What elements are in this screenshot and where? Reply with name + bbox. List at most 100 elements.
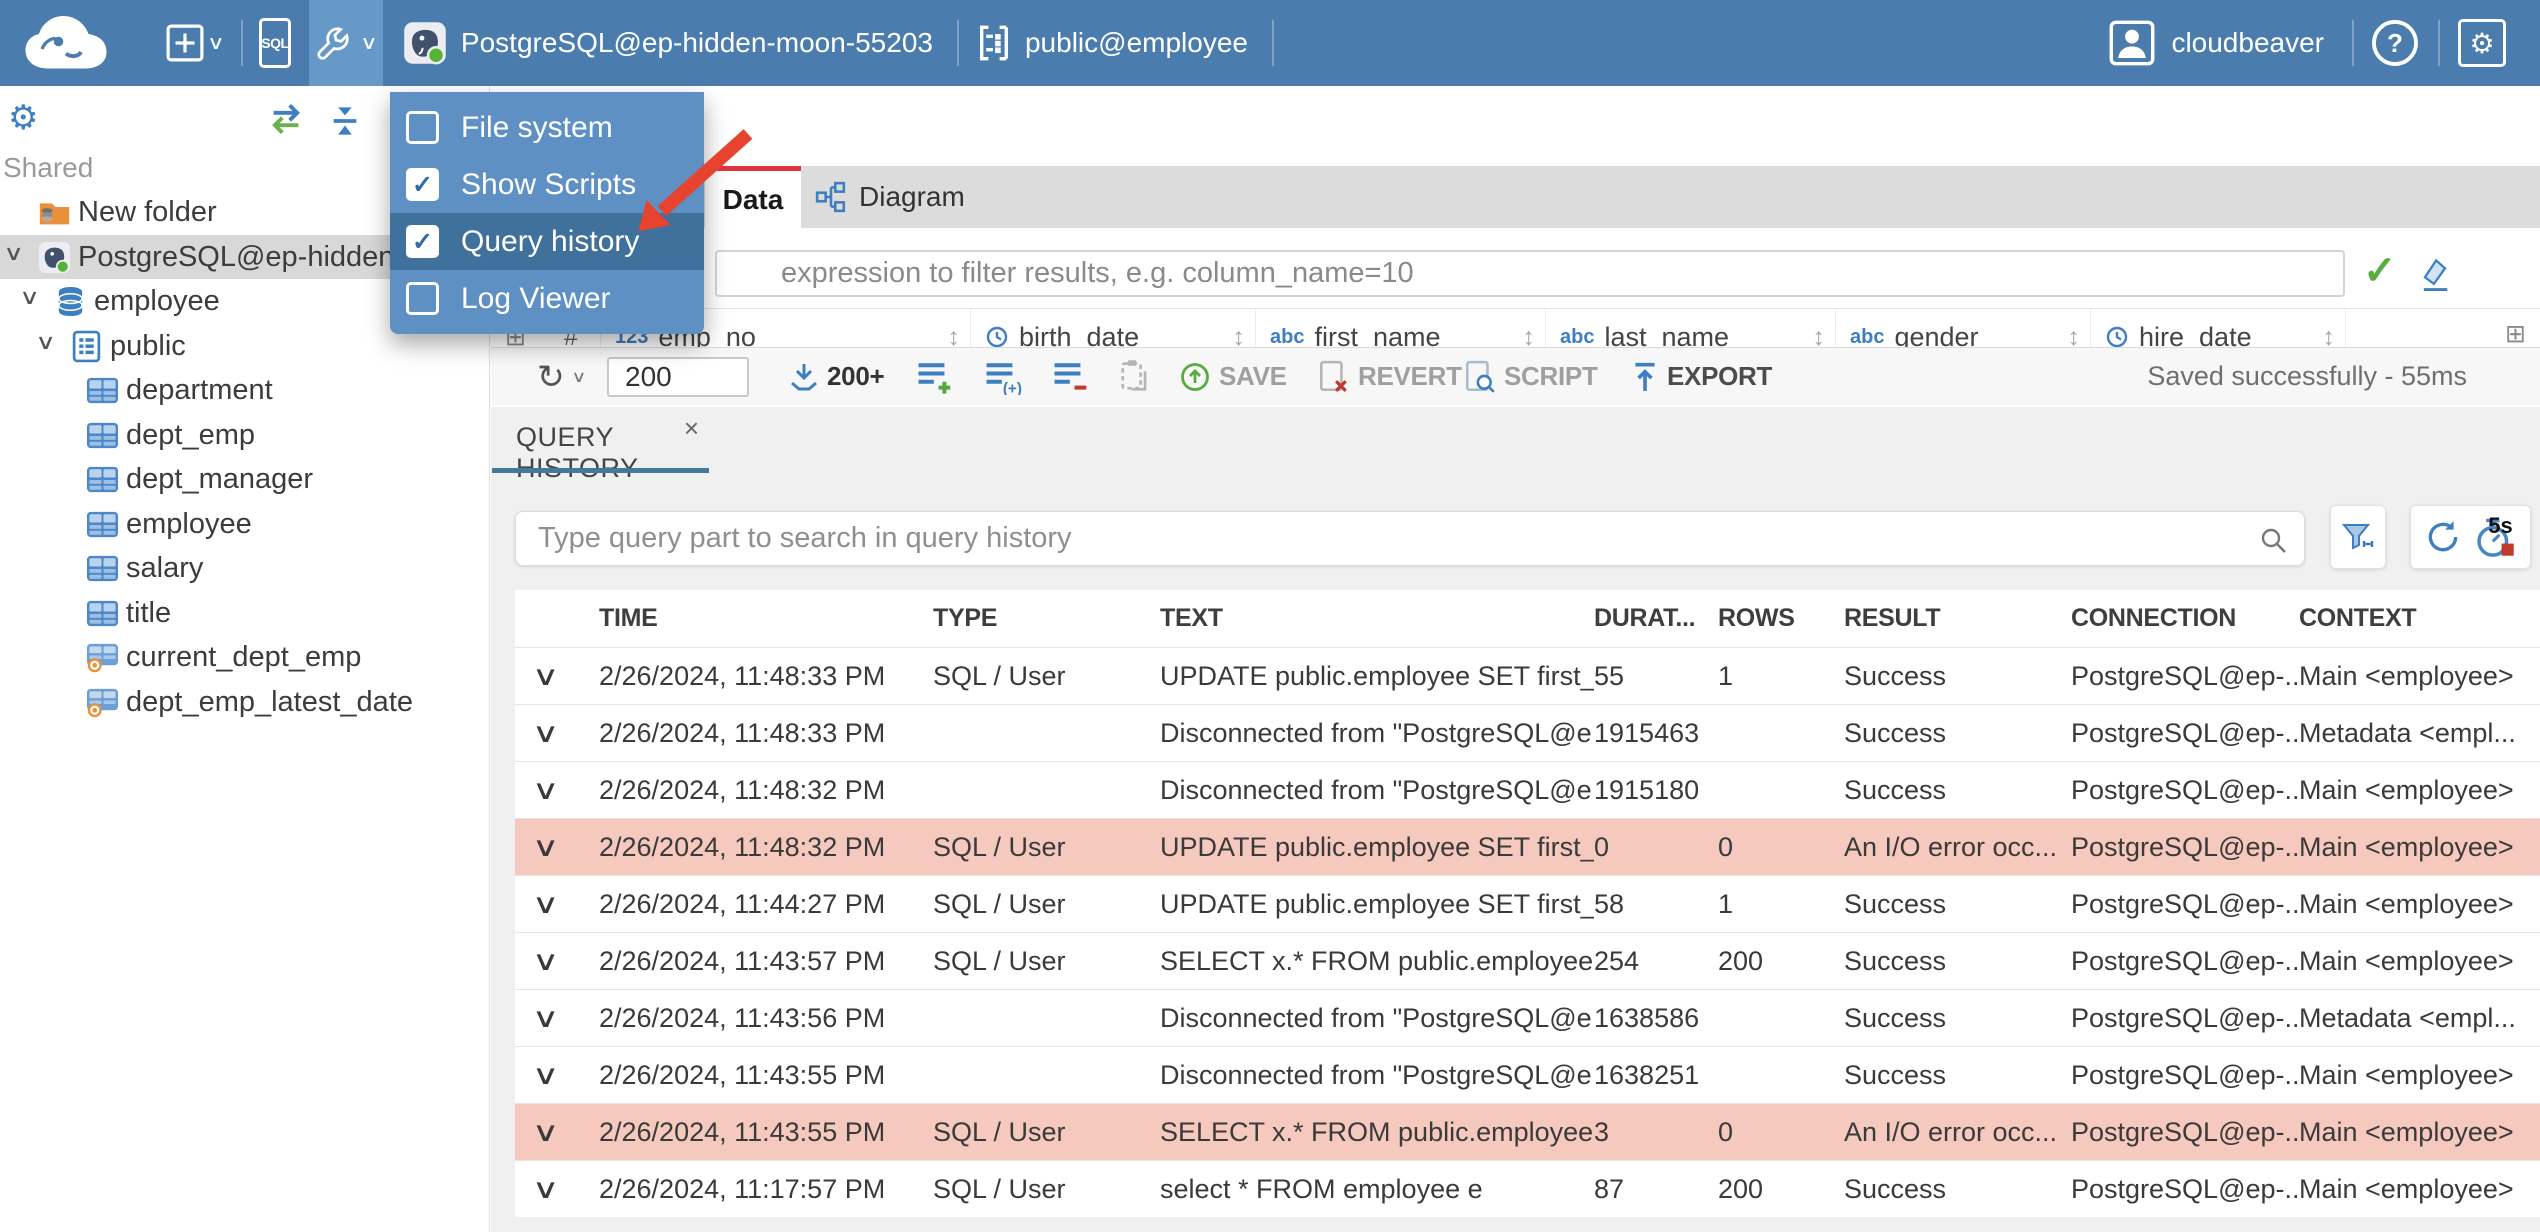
- query-history-row[interactable]: ∨ 2/26/2024, 11:48:33 PM SQL / User UPDATE …: [515, 647, 2540, 704]
- query-history-filter-button[interactable]: [2330, 505, 2386, 569]
- chevron-down-icon[interactable]: ∨: [3, 241, 24, 266]
- query-history-row[interactable]: ∨ 2/26/2024, 11:43:56 PM Disconnected from…: [515, 989, 2540, 1046]
- sort-icon[interactable]: ↕: [2068, 323, 2081, 348]
- tree-item-dept-emp-latest-date[interactable]: dept_emp_latest_date: [0, 680, 489, 725]
- checkbox-checked[interactable]: ✓: [406, 225, 439, 258]
- fetch-more-button[interactable]: 200+: [789, 348, 885, 405]
- expand-chevron-icon[interactable]: ∨: [515, 1174, 616, 1205]
- chevron-down-icon[interactable]: ∨: [19, 285, 40, 310]
- result-toolbar: ↻∨ 200+ (+) SAVE REVERT SCRIPT: [491, 347, 2540, 405]
- dropdown-item-log-viewer[interactable]: Log Viewer: [390, 270, 704, 327]
- query-history-row[interactable]: ∨ 2/26/2024, 11:48:32 PM Disconnected from…: [515, 761, 2540, 818]
- grid-column-gender[interactable]: abc gender ↕: [1836, 309, 2091, 347]
- checkbox-unchecked[interactable]: [406, 282, 439, 315]
- expand-chevron-icon[interactable]: ∨: [515, 1003, 616, 1034]
- expand-chevron-icon[interactable]: ∨: [515, 1117, 616, 1148]
- script-label: SCRIPT: [1504, 361, 1598, 391]
- expand-chevron-icon[interactable]: ∨: [515, 889, 616, 920]
- connection-selector[interactable]: PostgreSQL@ep-hidden-moon-55203: [393, 0, 943, 86]
- refresh-icon[interactable]: [2424, 518, 2462, 556]
- column-header-time[interactable]: TIME: [599, 604, 933, 633]
- query-history-row[interactable]: ∨ 2/26/2024, 11:48:33 PM Disconnected from…: [515, 704, 2540, 761]
- column-header-rows[interactable]: ROWS: [1718, 604, 1844, 633]
- grid-column-birth_date[interactable]: birth_date ↕: [971, 309, 1256, 347]
- cloudbeaver-logo[interactable]: [20, 13, 112, 73]
- column-header-connection[interactable]: CONNECTION: [2071, 604, 2299, 633]
- expand-chevron-icon[interactable]: ∨: [515, 946, 616, 977]
- search-icon[interactable]: [2258, 525, 2288, 555]
- settings-button[interactable]: ⚙: [2448, 0, 2516, 86]
- sort-icon[interactable]: ↕: [1523, 323, 1536, 348]
- add-row-button[interactable]: [915, 348, 955, 405]
- navigator-settings-gear-icon[interactable]: ⚙: [8, 98, 38, 138]
- script-button[interactable]: SCRIPT: [1464, 348, 1598, 405]
- expand-chevron-icon[interactable]: ∨: [515, 718, 616, 749]
- column-header-context[interactable]: CONTEXT: [2299, 604, 2540, 633]
- grid-column-last_name[interactable]: abc last_name ↕: [1546, 309, 1836, 347]
- tab-diagram[interactable]: Diagram: [801, 166, 989, 228]
- apply-filter-check-icon[interactable]: ✓: [2363, 248, 2397, 294]
- expand-chevron-icon[interactable]: ∨: [515, 832, 616, 863]
- close-icon[interactable]: ×: [684, 413, 699, 444]
- cell-connection: PostgreSQL@ep-...: [2071, 774, 2299, 805]
- grid-column-first_name[interactable]: abc first_name ↕: [1256, 309, 1546, 347]
- dropdown-item-query-history[interactable]: ✓ Query history: [390, 213, 704, 270]
- revert-button[interactable]: REVERT: [1318, 348, 1462, 405]
- row-limit-input[interactable]: [607, 357, 749, 397]
- tree-item-salary[interactable]: salary: [0, 546, 489, 591]
- sync-connection-icon[interactable]: [265, 104, 307, 134]
- query-history-row[interactable]: ∨ 2/26/2024, 11:17:57 PM SQL / User select …: [515, 1160, 2540, 1217]
- query-history-row[interactable]: ∨ 2/26/2024, 11:43:57 PM SQL / User SELECT …: [515, 932, 2540, 989]
- export-button[interactable]: EXPORT: [1631, 348, 1772, 405]
- query-history-row[interactable]: ∨ 2/26/2024, 11:48:32 PM SQL / User UPDATE …: [515, 818, 2540, 875]
- cell-result: Success: [1844, 945, 1947, 976]
- save-button[interactable]: SAVE: [1179, 348, 1287, 405]
- column-header-type[interactable]: TYPE: [933, 604, 1160, 633]
- checkbox-unchecked[interactable]: [406, 111, 439, 144]
- column-header-duration[interactable]: DURAT...: [1594, 604, 1718, 633]
- sort-icon[interactable]: ↕: [948, 323, 961, 348]
- result-filter-input[interactable]: [715, 250, 2345, 297]
- tree-item-dept-manager[interactable]: dept_manager: [0, 457, 489, 502]
- tools-menu-button[interactable]: ∨: [308, 0, 383, 86]
- user-menu[interactable]: cloudbeaver: [2099, 0, 2334, 86]
- column-header-text[interactable]: TEXT: [1160, 604, 1594, 633]
- query-history-row[interactable]: ∨ 2/26/2024, 11:43:55 PM SQL / User SELECT …: [515, 1103, 2540, 1160]
- tree-item-dept-emp[interactable]: dept_emp: [0, 413, 489, 458]
- query-history-tab[interactable]: QUERY HISTORY ×: [492, 407, 709, 483]
- expand-chevron-icon[interactable]: ∨: [515, 1060, 616, 1091]
- dropdown-item-show-scripts[interactable]: ✓ Show Scripts: [390, 156, 704, 213]
- refresh-button[interactable]: ↻ ∨: [537, 348, 586, 405]
- query-history-row[interactable]: ∨ 2/26/2024, 11:44:27 PM SQL / User UPDATE …: [515, 875, 2540, 932]
- tree-item-title[interactable]: title: [0, 591, 489, 636]
- sql-editor-button[interactable]: SQL: [249, 0, 301, 86]
- svg-text:?: ?: [2387, 28, 2403, 58]
- sort-icon[interactable]: ↕: [2323, 323, 2336, 348]
- sort-icon[interactable]: ↕: [1233, 323, 1246, 348]
- expand-chevron-icon[interactable]: ∨: [515, 775, 616, 806]
- query-history-search-input[interactable]: [516, 512, 2304, 565]
- duplicate-button-disabled[interactable]: [1117, 348, 1153, 405]
- cell-time: 2/26/2024, 11:48:33 PM: [599, 717, 886, 748]
- query-history-row[interactable]: ∨ 2/26/2024, 11:43:55 PM Disconnected from…: [515, 1046, 2540, 1103]
- duplicate-row-button[interactable]: (+): [983, 348, 1023, 405]
- new-object-button[interactable]: ∨: [156, 0, 233, 86]
- collapse-all-icon[interactable]: [327, 104, 363, 138]
- grid-column-hire_date[interactable]: hire_date ↕: [2091, 309, 2346, 347]
- tree-item-current-dept-emp[interactable]: current_dept_emp: [0, 635, 489, 680]
- column-header-result[interactable]: RESULT: [1844, 604, 2071, 633]
- auto-refresh-timer[interactable]: 5s: [2473, 513, 2517, 559]
- delete-row-button[interactable]: [1051, 348, 1091, 405]
- help-button[interactable]: ?: [2360, 0, 2430, 86]
- sort-icon[interactable]: ↕: [1813, 323, 1826, 348]
- dropdown-item-file-system[interactable]: File system: [390, 99, 704, 156]
- tab-data[interactable]: Data: [705, 166, 801, 228]
- checkbox-checked[interactable]: ✓: [406, 168, 439, 201]
- column-visibility-icon[interactable]: ⊞: [2505, 319, 2526, 347]
- clear-filter-eraser-icon[interactable]: [2417, 256, 2453, 294]
- schema-selector[interactable]: public@employee: [967, 0, 1258, 86]
- chevron-down-icon[interactable]: ∨: [35, 330, 56, 355]
- tree-item-employee[interactable]: employee: [0, 502, 489, 547]
- expand-chevron-icon[interactable]: ∨: [515, 661, 616, 692]
- tree-item-department[interactable]: department: [0, 368, 489, 413]
